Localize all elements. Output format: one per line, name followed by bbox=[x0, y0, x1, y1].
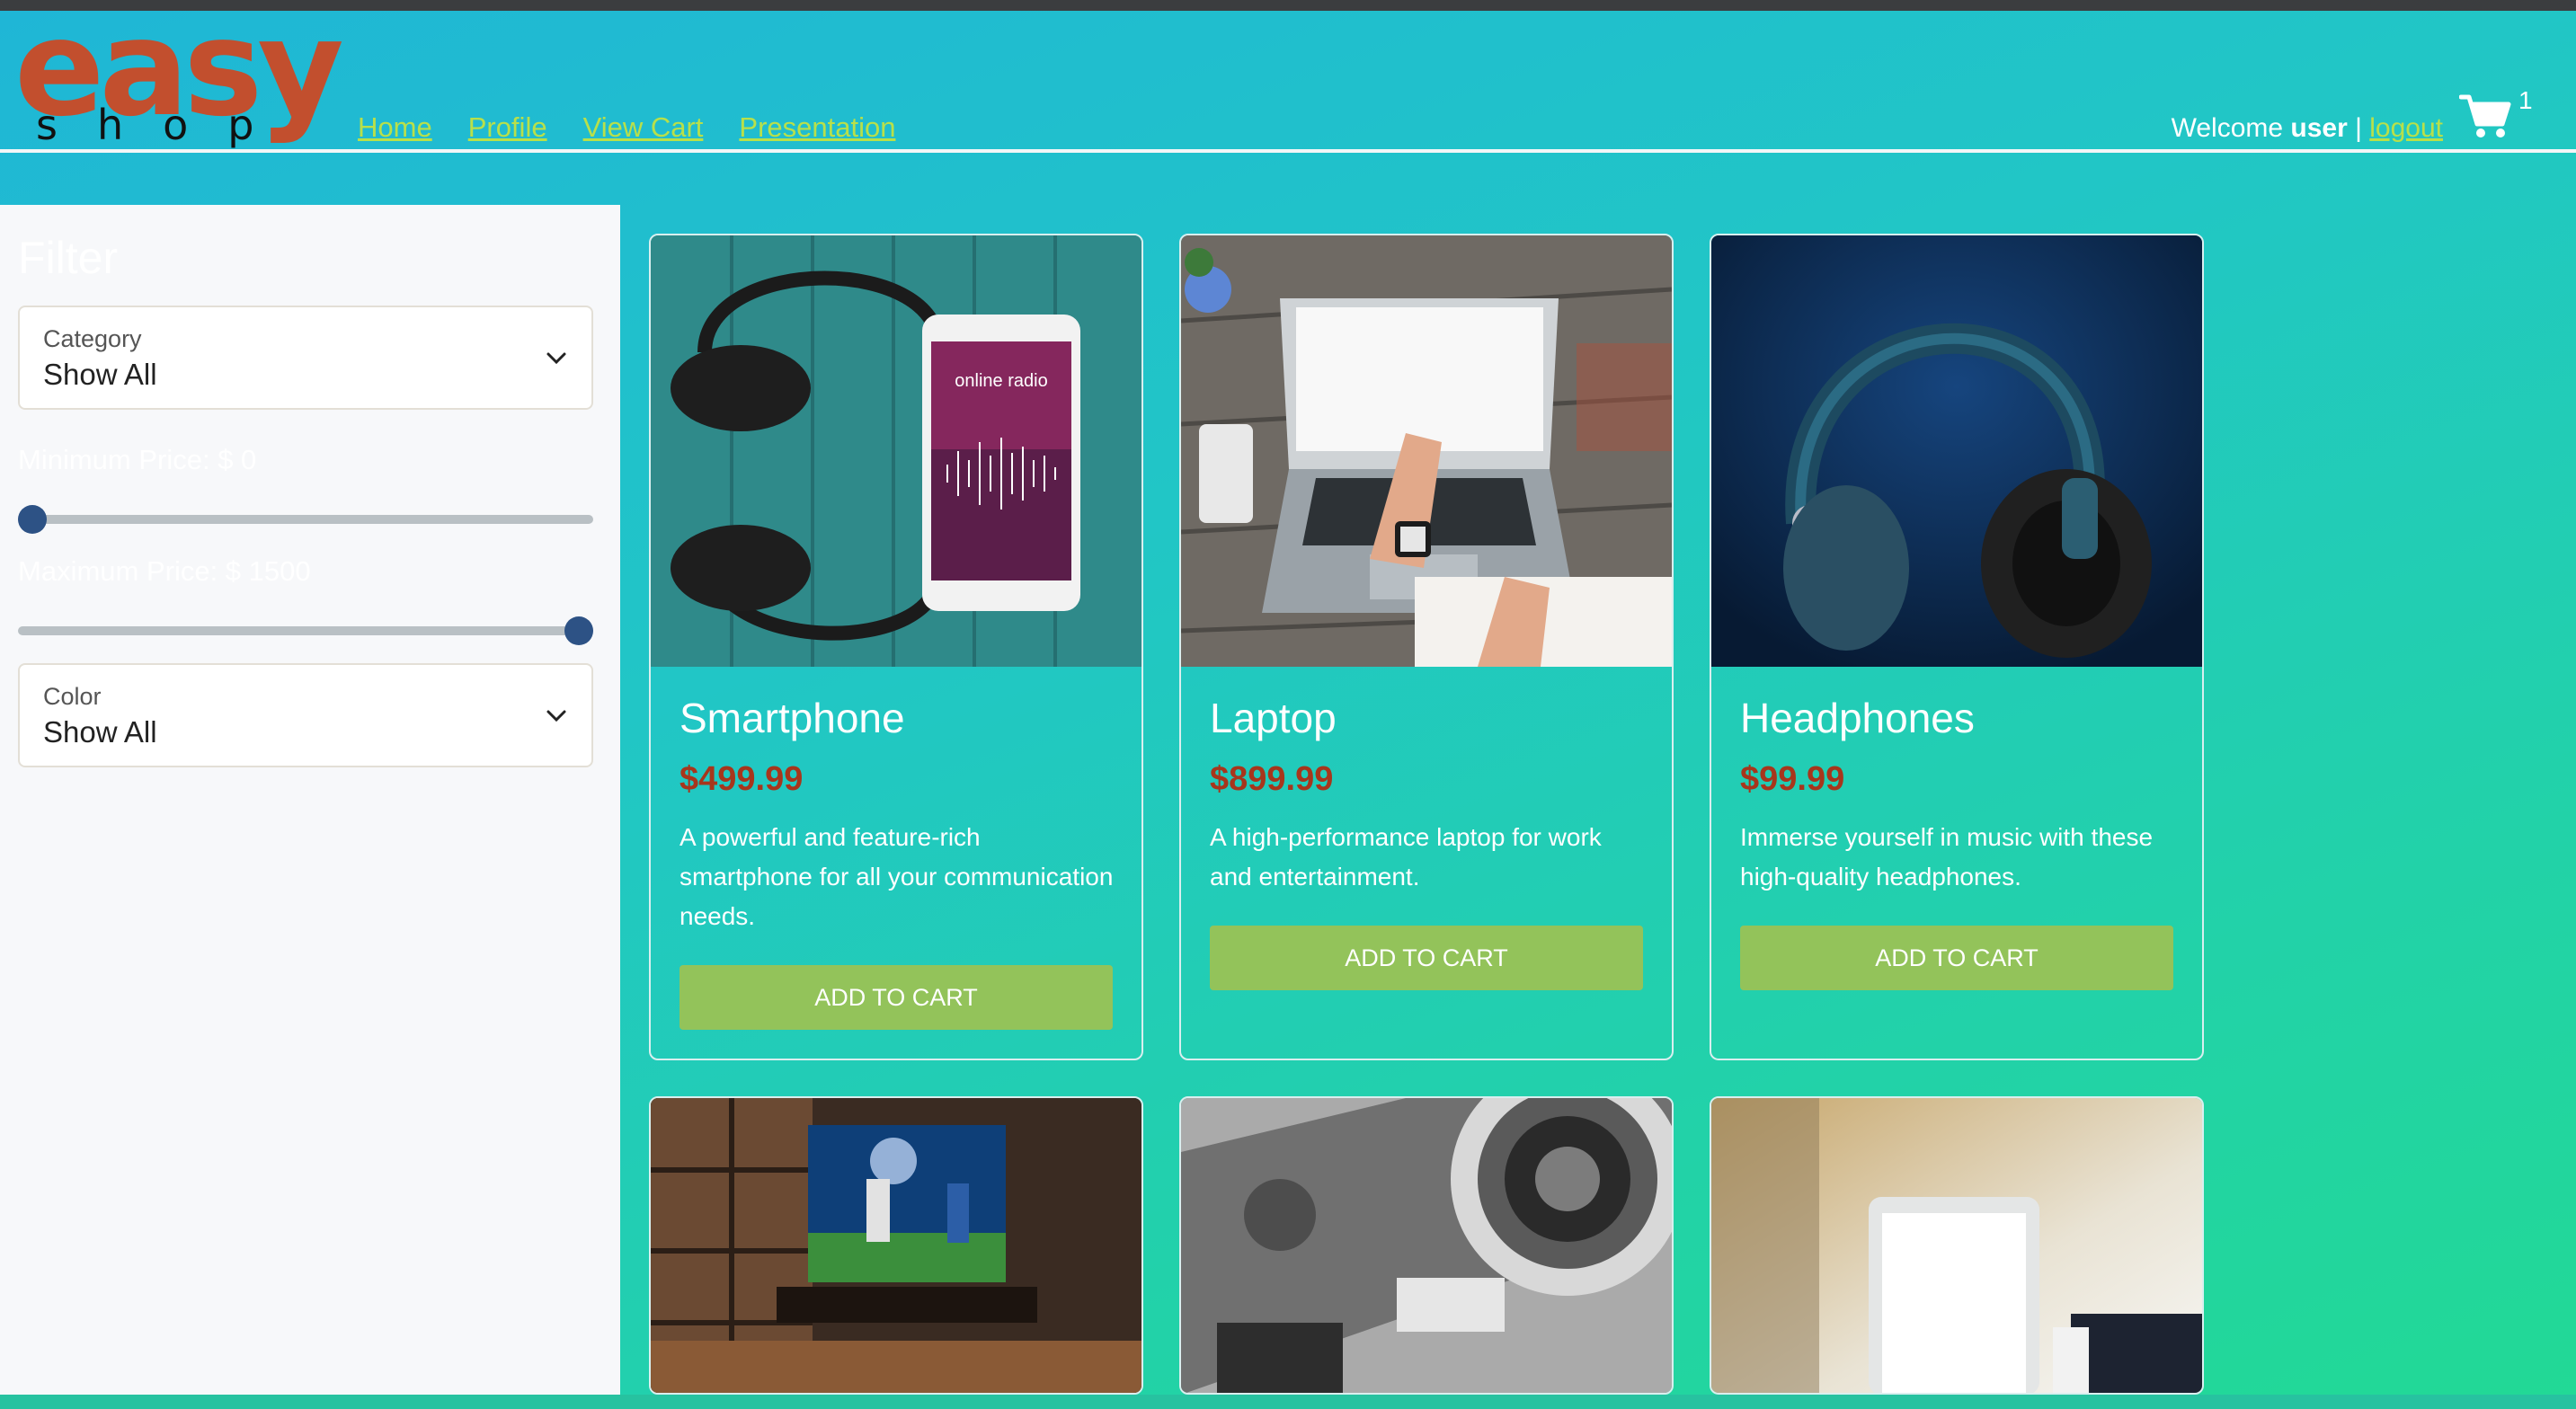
product-price: $99.99 bbox=[1740, 760, 1845, 798]
easy-shop-logo[interactable]: easy shop bbox=[14, 2, 344, 156]
category-label: Category bbox=[43, 325, 142, 352]
online-radio-image-text: online radio bbox=[955, 371, 1047, 391]
min-price-slider[interactable] bbox=[18, 503, 593, 534]
product-image-tablet bbox=[1711, 1098, 2202, 1393]
product-description: A powerful and feature-rich smartphone f… bbox=[680, 823, 1114, 930]
product-image-laptop bbox=[1181, 235, 1672, 667]
max-price-track bbox=[18, 626, 593, 635]
add-to-cart-button[interactable]: ADD TO CART bbox=[1210, 926, 1643, 990]
filter-title: Filter bbox=[18, 233, 119, 283]
product-name: Laptop bbox=[1210, 695, 1337, 741]
chevron-down-icon bbox=[546, 352, 566, 365]
nav-profile-link[interactable]: Profile bbox=[468, 111, 547, 144]
product-card-tv bbox=[649, 1096, 1143, 1395]
max-price-label: Maximum Price: $ 1500 bbox=[18, 555, 311, 587]
username: user bbox=[2290, 113, 2348, 143]
product-card-smartphone: online radio Smartphone $499.99 A powerf… bbox=[649, 234, 1143, 1060]
product-card-headphones: Headphones $99.99 Immerse yourself in mu… bbox=[1710, 234, 2204, 1060]
category-value: Show All bbox=[43, 358, 157, 391]
max-price-slider[interactable] bbox=[18, 615, 593, 645]
product-image-headphones bbox=[1711, 235, 2202, 667]
product-card-tablet bbox=[1710, 1096, 2204, 1395]
filter-sidebar: Filter Category Show All Minimum Price: … bbox=[0, 205, 620, 1409]
min-price-label: Minimum Price: $ 0 bbox=[18, 444, 257, 475]
chevron-down-icon bbox=[546, 710, 566, 722]
product-card-camera bbox=[1179, 1096, 1674, 1395]
logo-shop-text: shop bbox=[36, 101, 294, 149]
welcome-separator: | bbox=[2347, 113, 2370, 143]
product-price: $899.99 bbox=[1210, 760, 1334, 798]
product-name: Smartphone bbox=[680, 695, 905, 741]
header-divider bbox=[0, 149, 2576, 153]
main-nav: Home Profile View Cart Presentation bbox=[358, 111, 895, 144]
product-card-laptop: Laptop $899.99 A high-performance laptop… bbox=[1179, 234, 1674, 1060]
nav-presentation-link[interactable]: Presentation bbox=[739, 111, 895, 144]
min-price-thumb[interactable] bbox=[18, 505, 47, 534]
product-price: $499.99 bbox=[680, 760, 804, 798]
product-description: A high-performance laptop for work and e… bbox=[1210, 823, 1602, 891]
nav-view-cart-link[interactable]: View Cart bbox=[583, 111, 704, 144]
min-price-track bbox=[18, 515, 593, 524]
nav-home-link[interactable]: Home bbox=[358, 111, 432, 144]
cart-count-badge: 1 bbox=[2518, 86, 2533, 114]
color-select[interactable]: Color Show All bbox=[18, 663, 593, 767]
product-description: Immerse yourself in music with these hig… bbox=[1740, 823, 2154, 891]
color-label: Color bbox=[43, 683, 102, 710]
site-header: easy shop Home Profile View Cart Present… bbox=[0, 2, 2576, 151]
bottom-strip bbox=[0, 1395, 2576, 1409]
welcome-message: Welcome user | logout bbox=[2172, 113, 2443, 144]
welcome-prefix: Welcome bbox=[2171, 113, 2291, 143]
product-image-smartphone: online radio bbox=[651, 235, 1141, 667]
add-to-cart-button[interactable]: ADD TO CART bbox=[1740, 926, 2173, 990]
product-image-camera bbox=[1181, 1098, 1672, 1393]
cart-icon[interactable] bbox=[2459, 92, 2511, 140]
color-value: Show All bbox=[43, 715, 157, 749]
add-to-cart-button[interactable]: ADD TO CART bbox=[680, 965, 1113, 1030]
max-price-thumb[interactable] bbox=[564, 616, 593, 645]
category-select[interactable]: Category Show All bbox=[18, 306, 593, 410]
browser-top-bar bbox=[0, 0, 2576, 11]
product-image-tv bbox=[651, 1098, 1141, 1393]
logout-link[interactable]: logout bbox=[2369, 113, 2443, 143]
product-name: Headphones bbox=[1740, 695, 1975, 741]
